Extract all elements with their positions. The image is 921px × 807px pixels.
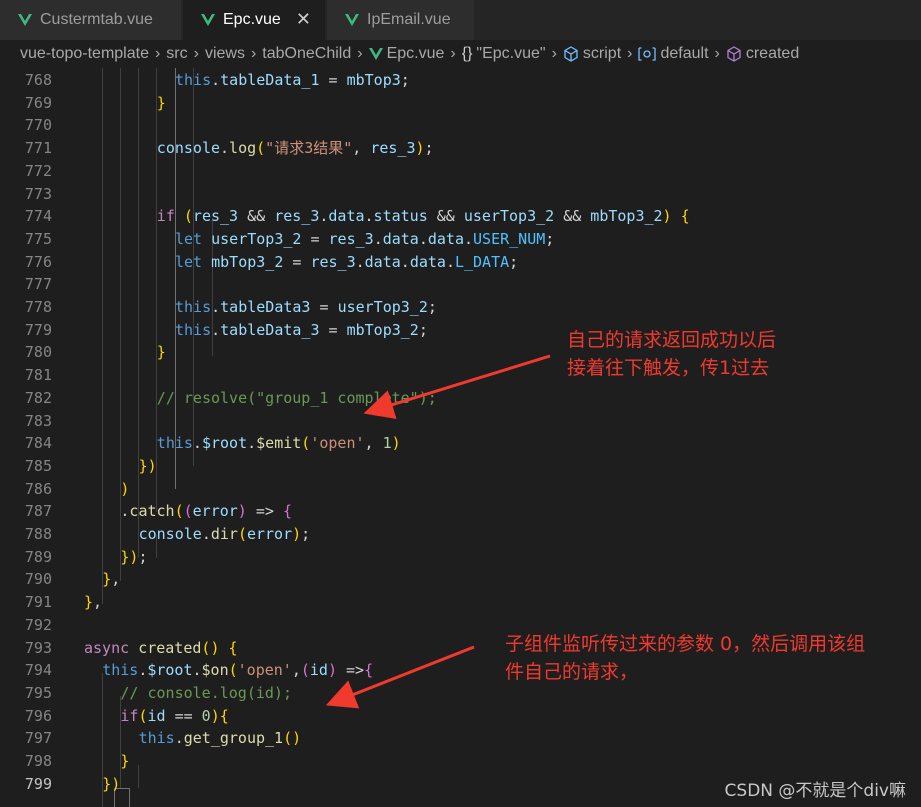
watermark: CSDN @不就是个div嘛 bbox=[724, 781, 906, 801]
annotation-listener: 子组件监听传过来的参数 0，然后调用该组 件自己的请求， bbox=[505, 630, 865, 686]
annotation-emit: 自己的请求返回成功以后 接着往下触发，传1过去 bbox=[567, 326, 776, 382]
annotation-line: 子组件监听传过来的参数 0，然后调用该组 bbox=[505, 633, 866, 655]
arrow-to-emit bbox=[363, 354, 551, 420]
annotation-line: 件自己的请求， bbox=[505, 661, 639, 683]
annotation-line: 接着往下触发，传1过去 bbox=[567, 357, 770, 379]
annotation-line: 自己的请求返回成功以后 bbox=[567, 329, 777, 351]
arrow-to-console-log bbox=[325, 645, 475, 709]
